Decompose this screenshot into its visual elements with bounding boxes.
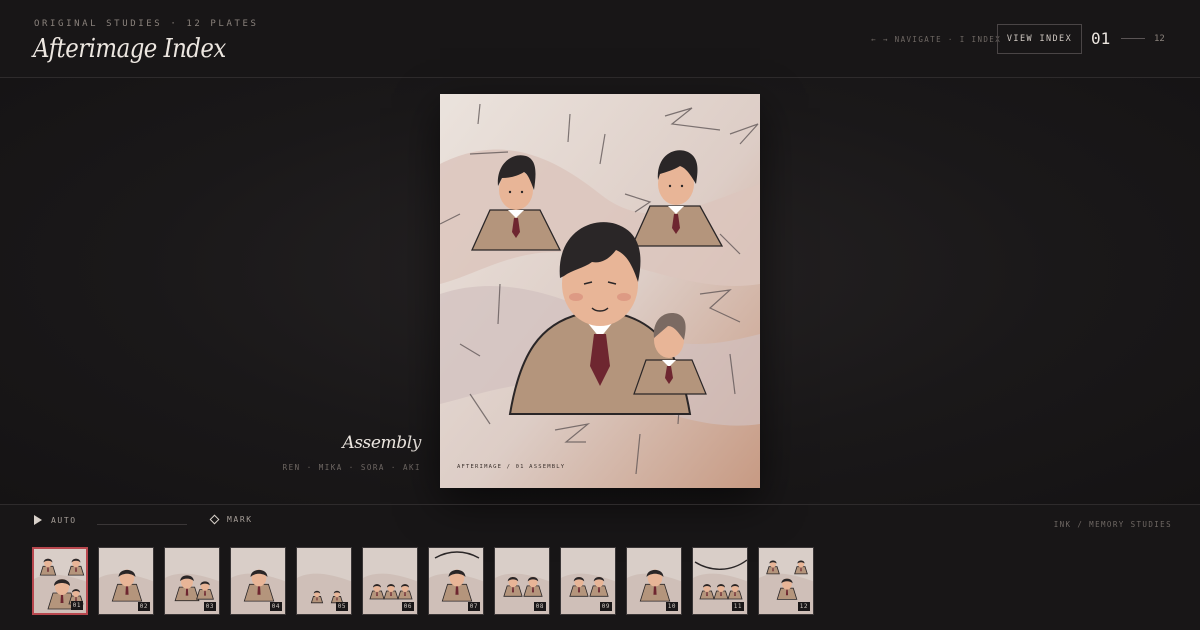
auto-button[interactable]: AUTO [34, 515, 77, 525]
thumbnail-03[interactable]: 03 [164, 547, 220, 615]
thumbnail-04[interactable]: 04 [230, 547, 286, 615]
thumbnail-06[interactable]: 06 [362, 547, 418, 615]
thumbnail-08[interactable]: 08 [494, 547, 550, 615]
diamond-icon [209, 514, 220, 525]
thumbnail-number: 09 [599, 602, 612, 611]
thumbnail-12[interactable]: 12 [758, 547, 814, 615]
thumbnail-09[interactable]: 09 [560, 547, 616, 615]
thumbnail-number: 05 [335, 602, 348, 611]
portrait-illustration [440, 94, 760, 488]
thumbnail-number: 11 [731, 602, 744, 611]
autoplay-progress [97, 524, 187, 525]
thumbnail-number: 10 [665, 602, 678, 611]
thumbnail-05[interactable]: 05 [296, 547, 352, 615]
plate-title: Assembly [342, 433, 421, 453]
thumbnail-02[interactable]: 02 [98, 547, 154, 615]
thumbnail-11[interactable]: 11 [692, 547, 748, 615]
mark-button[interactable]: MARK [209, 514, 253, 525]
counter-total: 12 [1154, 34, 1165, 44]
thumbnail-10[interactable]: 10 [626, 547, 682, 615]
auto-label: AUTO [51, 515, 77, 525]
thumbnail-number: 07 [467, 602, 480, 611]
page-title: Afterimage Index [33, 34, 226, 64]
mark-label: MARK [227, 515, 253, 524]
header: ORIGINAL STUDIES · 12 PLATES Afterimage … [0, 0, 1200, 78]
counter-divider [1121, 38, 1145, 39]
thumbnail-number: 12 [797, 602, 810, 611]
plate-image[interactable] [440, 94, 760, 488]
thumbnail-number: 01 [70, 601, 83, 610]
thumbnail-07[interactable]: 07 [428, 547, 484, 615]
thumbnail-number: 03 [203, 602, 216, 611]
play-icon [34, 515, 42, 525]
thumbnail-number: 08 [533, 602, 546, 611]
footer-note: INK / MEMORY STUDIES [1053, 520, 1172, 529]
eyebrow: ORIGINAL STUDIES · 12 PLATES [34, 19, 259, 29]
plate-label: AFTERIMAGE / 01 ASSEMBLY [457, 464, 566, 470]
thumbnail-number: 02 [137, 602, 150, 611]
navigation-hint: ← → NAVIGATE · I INDEX [871, 35, 1002, 44]
counter-current: 01 [1091, 29, 1111, 48]
thumbnail-01[interactable]: 01 [32, 547, 88, 615]
plate-names: REN · MIKA · SORA · AKI [282, 463, 421, 472]
thumbnail-number: 06 [401, 602, 414, 611]
thumbnail-number: 04 [269, 602, 282, 611]
view-index-button[interactable]: VIEW INDEX [997, 24, 1082, 54]
